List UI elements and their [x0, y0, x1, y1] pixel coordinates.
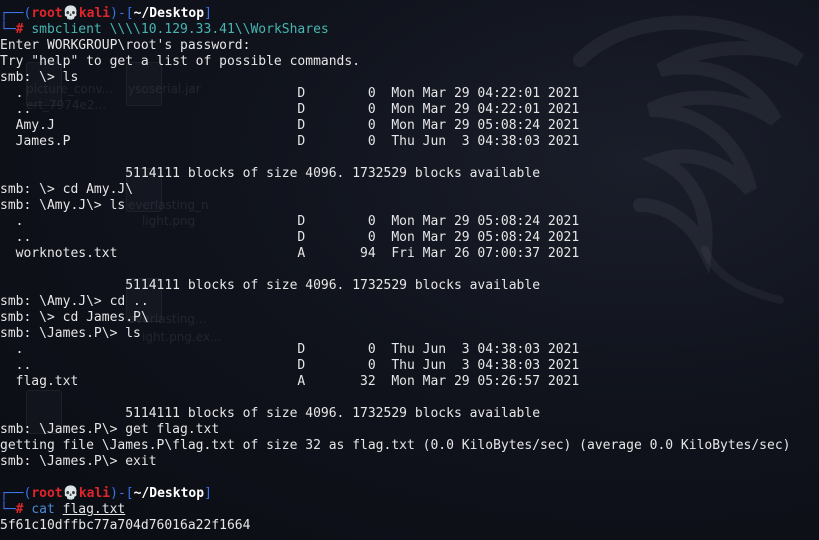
smb-command-get: smb: \James.P\> get flag.txt [0, 422, 220, 437]
listing-row: .. D 0 Mon Mar 29 04:22:01 2021 [0, 102, 580, 117]
command-cat: cat [31, 502, 55, 517]
prompt-command-line: └─# cat flag.txt [0, 502, 126, 517]
smb-command-cd: smb: \> cd James.P\ [0, 310, 149, 325]
skull-icon: 💀 [62, 6, 79, 21]
smb-command-ls: smb: \> ls [0, 70, 79, 85]
kali-dragon-wallpaper-icon [573, 15, 805, 304]
help-hint: Try "help" to get a list of possible com… [0, 54, 361, 69]
prompt-command-line: └─# smbclient \\\\10.129.33.41\\WorkShar… [0, 22, 329, 37]
prompt-user: root [31, 6, 63, 21]
prompt-symbol: # [15, 22, 24, 37]
smb-command-ls: smb: \Amy.J\> ls [0, 198, 126, 213]
prompt-cwd: ~/Desktop [133, 486, 205, 501]
prompt-cwd: ~/Desktop [133, 6, 205, 21]
prompt-symbol: # [15, 502, 24, 517]
listing-row: James.P D 0 Thu Jun 3 04:38:03 2021 [0, 134, 580, 149]
listing-row: .. D 0 Thu Jun 3 04:38:03 2021 [0, 358, 580, 373]
prompt-user: root [31, 486, 63, 501]
blocks-summary: 5114111 blocks of size 4096. 1732529 blo… [0, 406, 541, 421]
smb-command-cd: smb: \> cd Amy.J\ [0, 182, 134, 197]
listing-row: . D 0 Mon Mar 29 05:08:24 2021 [0, 214, 580, 229]
skull-icon: 💀 [62, 486, 79, 501]
command-cat-arg: flag.txt [62, 502, 126, 517]
blocks-summary: 5114111 blocks of size 4096. 1732529 blo… [0, 278, 541, 293]
listing-row: . D 0 Mon Mar 29 04:22:01 2021 [0, 86, 580, 101]
prompt-host: kali [78, 6, 111, 21]
prompt-header: ┌──(root💀kali)-[~/Desktop] [0, 6, 212, 21]
smb-command-exit: smb: \James.P\> exit [0, 454, 157, 469]
listing-row: worknotes.txt A 94 Fri Mar 26 07:00:37 2… [0, 246, 580, 261]
listing-row: .. D 0 Mon Mar 29 05:08:24 2021 [0, 230, 580, 245]
password-prompt: Enter WORKGROUP\root's password: [0, 38, 251, 53]
listing-row: . D 0 Thu Jun 3 04:38:03 2021 [0, 342, 580, 357]
blocks-summary: 5114111 blocks of size 4096. 1732529 blo… [0, 166, 541, 181]
smb-command-ls: smb: \James.P\> ls [0, 326, 141, 341]
command-smbclient: smbclient \\\\10.129.33.41\\WorkShares [31, 22, 329, 37]
get-result: getting file \James.P\flag.txt of size 3… [0, 438, 791, 453]
listing-row: flag.txt A 32 Mon Mar 29 05:26:57 2021 [0, 374, 580, 389]
desktop-file-label: everlasting_n [128, 198, 209, 212]
smb-command-cd: smb: \Amy.J\> cd .. [0, 294, 149, 309]
terminal-window[interactable]: picture_conv... ysoserial.jar ert_7974e2… [0, 0, 819, 540]
listing-row: Amy.J D 0 Mon Mar 29 05:08:24 2021 [0, 118, 580, 133]
flag-output: 5f61c10dffbc77a704d76016a22f1664 [0, 518, 251, 533]
prompt-header: ┌──(root💀kali)-[~/Desktop] [0, 486, 212, 501]
prompt-host: kali [78, 486, 111, 501]
